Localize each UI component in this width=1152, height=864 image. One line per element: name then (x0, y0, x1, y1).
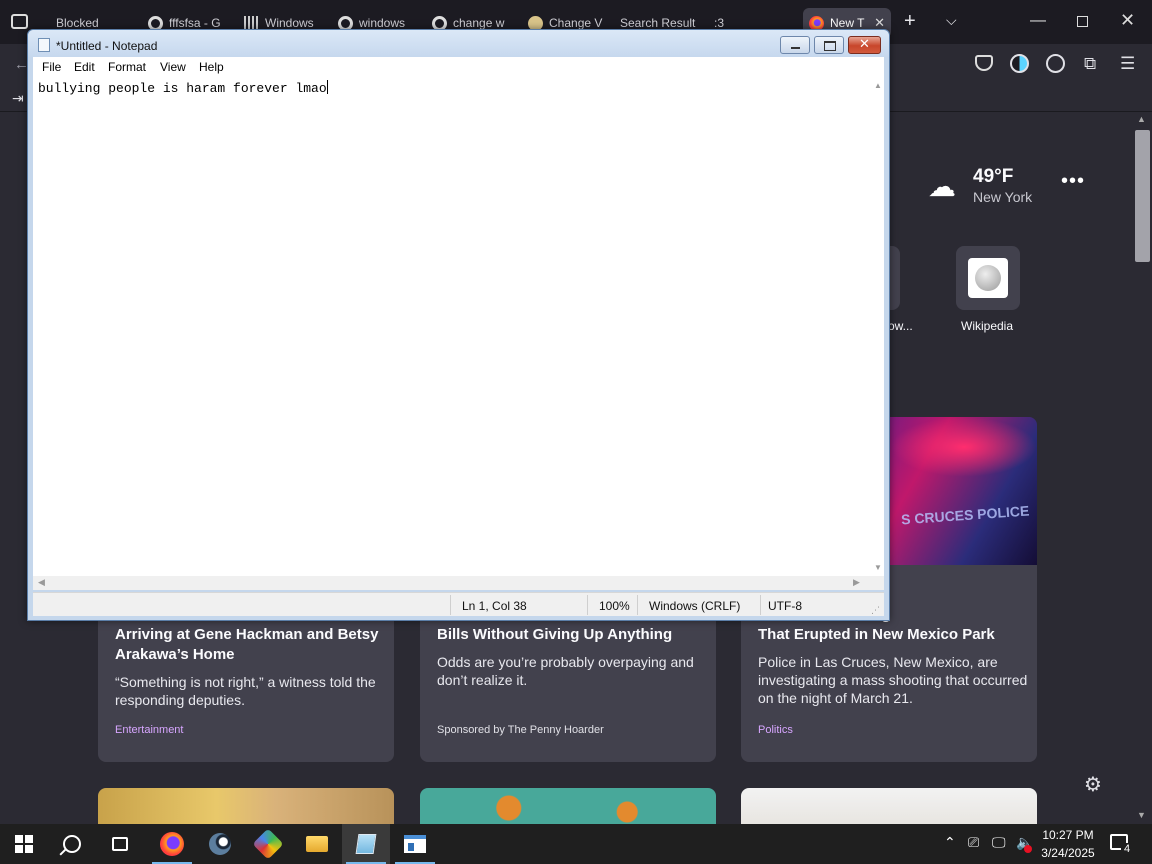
tab-label: :3 (714, 16, 725, 30)
scroll-left-arrow-icon[interactable]: ◀ (38, 577, 45, 588)
notepad-window: *Untitled - Notepad ✕ File Edit Format V… (27, 29, 890, 621)
show-hidden-icons-chevron-icon[interactable]: ⌃ (944, 834, 956, 851)
wikipedia-globe-icon (968, 258, 1008, 298)
import-bookmarks-icon[interactable]: ⇥ (12, 90, 24, 107)
windows-logo-icon (15, 835, 33, 853)
close-icon[interactable]: ✕ (859, 36, 870, 52)
browser-restore-button[interactable] (1077, 16, 1088, 27)
tab-label: fffsfsa - G (169, 16, 221, 30)
taskbar-notepad[interactable] (342, 824, 390, 864)
meet-now-icon[interactable]: ⎚ (968, 834, 979, 851)
notepad-icon (355, 834, 377, 854)
folder-icon (306, 836, 328, 852)
taskbar-chrome[interactable] (244, 824, 292, 864)
shortcut-label: ow... (888, 319, 913, 333)
text-caret (326, 80, 328, 94)
weather-more-options-icon[interactable]: ••• (1061, 170, 1085, 193)
cloud-icon: ☁ (928, 171, 956, 202)
browser-close-button[interactable]: ✕ (1120, 10, 1135, 31)
menu-help[interactable]: Help (199, 60, 224, 74)
window-title: *Untitled - Notepad (56, 39, 158, 53)
notification-count-badge: 4 (1121, 843, 1133, 857)
cursor-position: Ln 1, Col 38 (462, 599, 527, 613)
news-card-description: “Something is not right,” a witness told… (115, 674, 376, 708)
status-bar: Ln 1, Col 38 100% Windows (CRLF) UTF-8 ⋰ (33, 592, 884, 616)
menu-edit[interactable]: Edit (74, 60, 95, 74)
tab-label: windows (359, 16, 406, 30)
zoom-level: 100% (599, 599, 630, 613)
shortcut-label-wikipedia: Wikipedia (961, 319, 1014, 333)
mute-badge-icon (1024, 845, 1032, 853)
steam-icon (209, 833, 231, 855)
news-card-description: Police in Las Cruces, New Mexico, are in… (758, 654, 1028, 706)
page-scrollbar-thumb[interactable] (1135, 130, 1150, 262)
line-ending: Windows (CRLF) (649, 599, 741, 613)
news-card-image[interactable] (741, 788, 1037, 828)
editor-text-content: bullying people is haram forever lmao (38, 81, 327, 96)
news-card-title: Arriving at Gene Hackman and Betsy Araka… (115, 626, 379, 663)
menu-file[interactable]: File (42, 60, 61, 74)
task-view-icon (112, 837, 128, 851)
gear-icon[interactable]: ⚙ (1084, 772, 1102, 797)
police-car-text: S CRUCES POLICE (900, 502, 1030, 528)
news-card-description: Odds are you’re probably overpaying and … (437, 654, 694, 688)
news-card-title: That Erupted in New Mexico Park (758, 626, 995, 643)
scroll-up-arrow-icon[interactable]: ▲ (1137, 114, 1146, 124)
tab-label: Change V (549, 16, 603, 30)
editor-text[interactable]: bullying people is haram forever lmao (38, 80, 328, 96)
firefox-icon (160, 832, 184, 856)
menu-view[interactable]: View (160, 60, 186, 74)
tab-label: Search Result (620, 16, 696, 30)
tab-label: change w (453, 16, 505, 30)
clock-date[interactable]: 3/24/2025 (1038, 846, 1098, 860)
taskbar-firefox[interactable] (148, 824, 196, 864)
task-view-button[interactable] (96, 824, 144, 864)
network-icon[interactable]: 🖵 (992, 834, 1006, 851)
news-card-image[interactable] (98, 788, 394, 828)
search-icon (63, 835, 81, 853)
menu-format[interactable]: Format (108, 60, 146, 74)
firefox-view-icon[interactable] (11, 14, 28, 29)
menu-bar: File Edit Format View Help (33, 57, 884, 77)
news-card-sponsor: Sponsored by The Penny Hoarder (437, 724, 604, 736)
encoding: UTF-8 (768, 599, 802, 613)
hamburger-menu-icon[interactable]: ☰ (1120, 54, 1135, 74)
chrome-icon (252, 828, 284, 860)
scroll-down-arrow-icon[interactable]: ▼ (874, 563, 882, 572)
tab-label: New T (830, 16, 865, 30)
notepad-title-bar[interactable]: *Untitled - Notepad ✕ (28, 30, 889, 57)
scroll-up-arrow-icon[interactable]: ▲ (874, 81, 882, 90)
list-all-tabs-icon[interactable]: ⌵ (946, 12, 957, 29)
search-button[interactable] (48, 824, 96, 864)
horizontal-scrollbar[interactable]: ◀ ▶ (33, 576, 884, 590)
start-button[interactable] (0, 824, 48, 864)
clock-time[interactable]: 10:27 PM (1042, 828, 1094, 842)
news-card-image[interactable] (420, 788, 716, 828)
browser-minimize-button[interactable]: — (1030, 12, 1046, 30)
taskbar-file-explorer[interactable] (293, 824, 341, 864)
text-editor-area[interactable]: bullying people is haram forever lmao ▲ … (33, 77, 884, 576)
account-icon[interactable] (1046, 54, 1065, 73)
news-card-category[interactable]: Entertainment (115, 724, 183, 736)
scroll-down-arrow-icon[interactable]: ▼ (1137, 810, 1146, 820)
taskbar-notepad-2[interactable] (391, 824, 439, 864)
tab-label: Windows (265, 16, 314, 30)
vpn-icon[interactable] (1010, 54, 1029, 73)
news-card-title: Bills Without Giving Up Anything (437, 626, 673, 643)
maximize-button[interactable] (814, 36, 844, 54)
new-tab-button[interactable]: + (904, 10, 916, 33)
scroll-right-arrow-icon[interactable]: ▶ (853, 577, 860, 588)
tab-label: Blocked (56, 16, 99, 30)
weather-temperature: 49°F (973, 166, 1014, 187)
resize-grip-icon[interactable]: ⋰ (871, 605, 880, 616)
news-card-category[interactable]: Politics (758, 724, 793, 736)
vertical-scrollbar[interactable]: ▲ ▼ (871, 77, 884, 576)
extensions-icon[interactable]: ⧉ (1084, 54, 1096, 74)
weather-location: New York (973, 189, 1033, 205)
minimize-button[interactable] (780, 36, 810, 54)
notepad-window-icon (404, 835, 426, 853)
taskbar-steam[interactable] (196, 824, 244, 864)
notepad-app-icon[interactable] (38, 38, 50, 52)
